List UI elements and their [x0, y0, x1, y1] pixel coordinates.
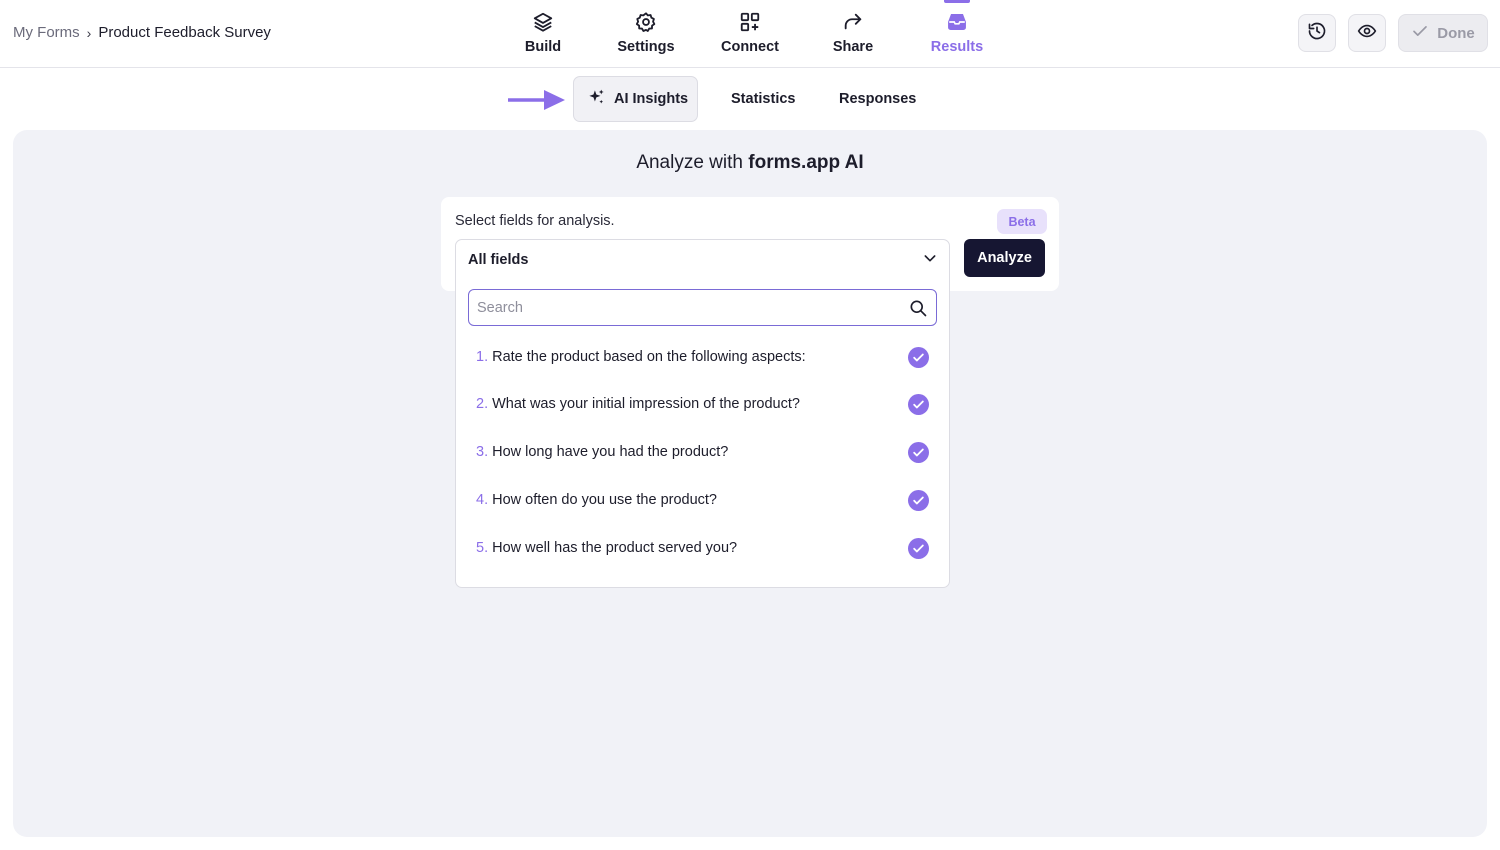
title-brand: forms.app AI: [748, 152, 864, 173]
nav-settings[interactable]: Settings: [596, 0, 696, 68]
inbox-icon: [946, 11, 968, 33]
history-button[interactable]: [1298, 14, 1336, 52]
field-option-number: 4.: [476, 492, 489, 508]
field-option-4[interactable]: 4. How often do you use the product?: [476, 488, 929, 512]
fields-dropdown: All fields 1.Rate the product based on t…: [455, 239, 950, 588]
beta-badge: Beta: [997, 209, 1047, 234]
field-option-label: What was your initial impression of the …: [492, 396, 800, 412]
field-select-label: Select fields for analysis.: [455, 213, 615, 229]
eye-icon: [1357, 21, 1377, 46]
checkmark-circle-icon[interactable]: [908, 441, 929, 463]
checkmark-circle-icon[interactable]: [908, 393, 929, 415]
field-option-label: How often do you use the product?: [492, 492, 717, 508]
page-title: Analyze with forms.app AI: [0, 152, 1500, 174]
search-icon: [908, 298, 928, 323]
field-option-text: 4. How often do you use the product?: [476, 492, 717, 508]
nav-connect-label: Connect: [721, 39, 779, 55]
field-option-number: 1.: [476, 349, 489, 365]
tab-ai-insights[interactable]: AI Insights: [573, 76, 698, 122]
field-option-number: 2.: [476, 396, 489, 412]
tab-responses[interactable]: Responses: [839, 76, 916, 122]
field-option-label: Rate the product based on the following …: [492, 349, 806, 365]
tab-statistics-label: Statistics: [731, 91, 796, 107]
fields-select[interactable]: All fields: [468, 250, 938, 270]
breadcrumb-my-forms[interactable]: My Forms: [13, 24, 80, 41]
top-bar: My Forms › Product Feedback Survey Build…: [0, 0, 1500, 68]
tab-statistics[interactable]: Statistics: [731, 76, 795, 122]
nav-settings-label: Settings: [617, 39, 675, 55]
field-option-1[interactable]: 1. Rate the product based on the followin…: [476, 345, 929, 369]
field-option-label: How long have you had the product?: [492, 444, 729, 460]
nav-connect[interactable]: Connect: [700, 0, 800, 68]
tab-ai-insights-label: AI Insights: [614, 91, 689, 107]
breadcrumb-current-form: Product Feedback Survey: [98, 24, 271, 41]
done-label: Done: [1437, 24, 1475, 42]
sparkles-icon: [587, 88, 606, 111]
field-option-number: 5.: [476, 540, 489, 556]
field-option-2[interactable]: 2. What was your initial impression of th…: [476, 392, 929, 416]
title-prefix: Analyze with: [636, 152, 749, 173]
fields-select-value: All fields: [468, 252, 529, 268]
field-option-text: 5. How well has the product served you?: [476, 540, 737, 556]
share-arrow-icon: [842, 11, 864, 33]
arrow-pointer-icon: [508, 88, 566, 117]
field-option-text: 1. Rate the product based on the followin…: [476, 349, 806, 365]
tab-responses-label: Responses: [839, 91, 917, 107]
nav-build[interactable]: Build: [493, 0, 593, 68]
search-field: [468, 289, 937, 326]
nav-share[interactable]: Share: [803, 0, 903, 68]
gear-icon: [635, 11, 657, 33]
field-option-number: 3.: [476, 444, 489, 460]
breadcrumb-separator: ›: [86, 24, 92, 41]
field-option-5[interactable]: 5. How well has the product served you?: [476, 536, 929, 560]
history-icon: [1307, 21, 1327, 46]
checkmark-circle-icon[interactable]: [908, 537, 929, 559]
field-option-text: 3. How long have you had the product?: [476, 444, 728, 460]
nav-share-label: Share: [832, 39, 874, 55]
nav-results-label: Results: [930, 39, 984, 55]
grid-plus-icon: [739, 11, 761, 33]
chevron-down-icon: [922, 250, 938, 271]
field-option-label: How well has the product served you?: [492, 540, 738, 556]
checkmark-circle-icon[interactable]: [908, 489, 929, 511]
checkmark-circle-icon[interactable]: [908, 346, 929, 368]
layers-icon: [532, 11, 554, 33]
done-button[interactable]: Done: [1398, 14, 1488, 52]
active-indicator: [944, 0, 970, 3]
nav-build-label: Build: [524, 39, 562, 55]
field-option-text: 2. What was your initial impression of th…: [476, 396, 800, 412]
search-input[interactable]: [477, 290, 897, 325]
analyze-button[interactable]: Analyze: [964, 239, 1045, 277]
breadcrumb: My Forms › Product Feedback Survey: [13, 24, 271, 41]
check-icon: [1411, 22, 1429, 44]
nav-results[interactable]: Results: [907, 0, 1007, 68]
field-option-3[interactable]: 3. How long have you had the product?: [476, 440, 929, 464]
preview-button[interactable]: [1348, 14, 1386, 52]
